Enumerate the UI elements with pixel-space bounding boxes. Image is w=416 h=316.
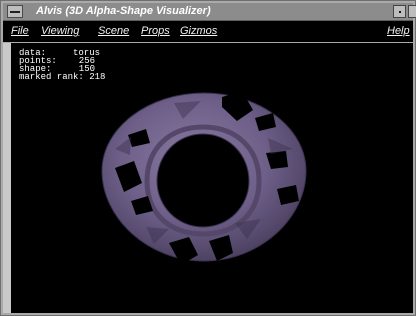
menu-gizmos[interactable]: Gizmos — [180, 25, 217, 37]
alvis-window: Alvis (3D Alpha-Shape Visualizer) File V… — [0, 0, 416, 316]
maximize-icon[interactable] — [408, 5, 416, 18]
menu-help[interactable]: Help — [387, 25, 410, 37]
3d-viewport[interactable]: data: torus points: 256 shape: 150 marked r… — [11, 43, 413, 313]
menu-file[interactable]: File — [11, 25, 29, 37]
menu-viewing[interactable]: Viewing — [41, 25, 79, 37]
menu-bar: File Viewing Scene Props Gizmos Help — [3, 21, 413, 42]
minimize-icon[interactable] — [393, 5, 406, 18]
menu-scene[interactable]: Scene — [98, 25, 129, 37]
window-frame-left — [3, 43, 11, 313]
menu-props[interactable]: Props — [141, 25, 170, 37]
title-bar[interactable]: Alvis (3D Alpha-Shape Visualizer) — [3, 3, 416, 21]
window-menu-icon[interactable] — [7, 5, 23, 18]
window-title: Alvis (3D Alpha-Shape Visualizer) — [36, 5, 211, 17]
torus-render[interactable] — [11, 43, 413, 313]
